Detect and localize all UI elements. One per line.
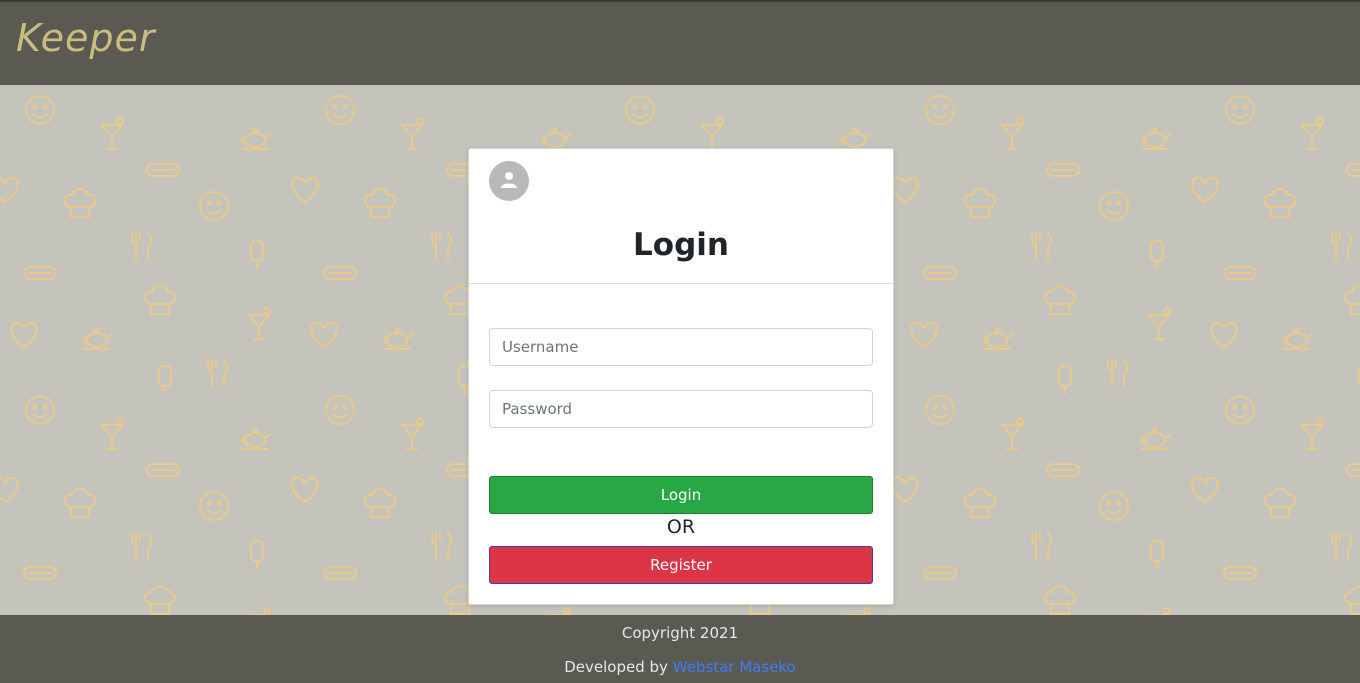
developer-link[interactable]: Webstar Maseko xyxy=(673,658,796,676)
pattern-tile xyxy=(0,396,318,615)
page-footer: Copyright 2021 Developed by Webstar Mase… xyxy=(0,615,1360,683)
or-separator: OR xyxy=(666,516,696,538)
user-avatar xyxy=(489,161,529,201)
password-input[interactable] xyxy=(489,390,873,428)
top-navbar: Keeper xyxy=(0,0,1360,85)
copyright-text: Copyright 2021 xyxy=(621,624,739,642)
user-icon xyxy=(501,172,517,188)
pattern-tile xyxy=(892,396,1218,615)
developer-credit: Developed by Webstar Maseko xyxy=(0,658,1360,676)
card-divider xyxy=(469,283,893,284)
brand-logo[interactable]: Keeper xyxy=(16,16,155,60)
register-button[interactable]: Register xyxy=(489,546,873,584)
login-title: Login xyxy=(633,227,729,263)
pattern-tile xyxy=(1192,396,1360,615)
pattern-tile xyxy=(892,96,1218,394)
pattern-tile xyxy=(1192,96,1360,394)
login-button[interactable]: Login xyxy=(489,476,873,514)
username-input[interactable] xyxy=(489,328,873,366)
developed-by-label: Developed by xyxy=(564,658,673,676)
pattern-tile xyxy=(0,96,318,394)
login-card: Login Login OR Register xyxy=(468,148,894,605)
